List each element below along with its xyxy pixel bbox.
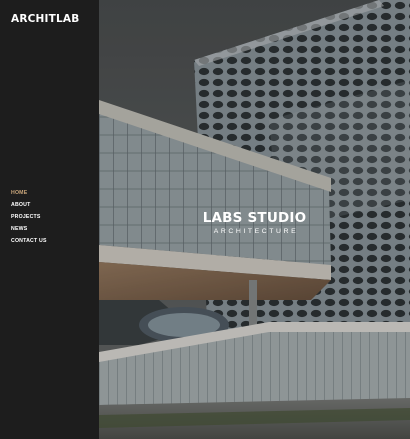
main-nav: HOME ABOUT PROJECTS NEWS CONTACT US [11, 189, 47, 249]
hero-subtitle: ARCHITECTURE [213, 228, 299, 235]
hero-title: LABS STUDIO [202, 210, 307, 226]
site-logo[interactable]: ARCHITLAB [11, 13, 79, 25]
nav-item-about[interactable]: ABOUT [11, 201, 47, 213]
nav-item-projects[interactable]: PROJECTS [11, 213, 47, 225]
nav-item-contact-us[interactable]: CONTACT US [11, 237, 47, 249]
sidebar: ARCHITLAB HOME ABOUT PROJECTS NEWS CONTA… [0, 0, 99, 439]
hero-section: LABS STUDIO ARCHITECTURE [99, 0, 410, 439]
nav-item-home[interactable]: HOME [11, 189, 47, 201]
nav-item-news[interactable]: NEWS [11, 225, 47, 237]
